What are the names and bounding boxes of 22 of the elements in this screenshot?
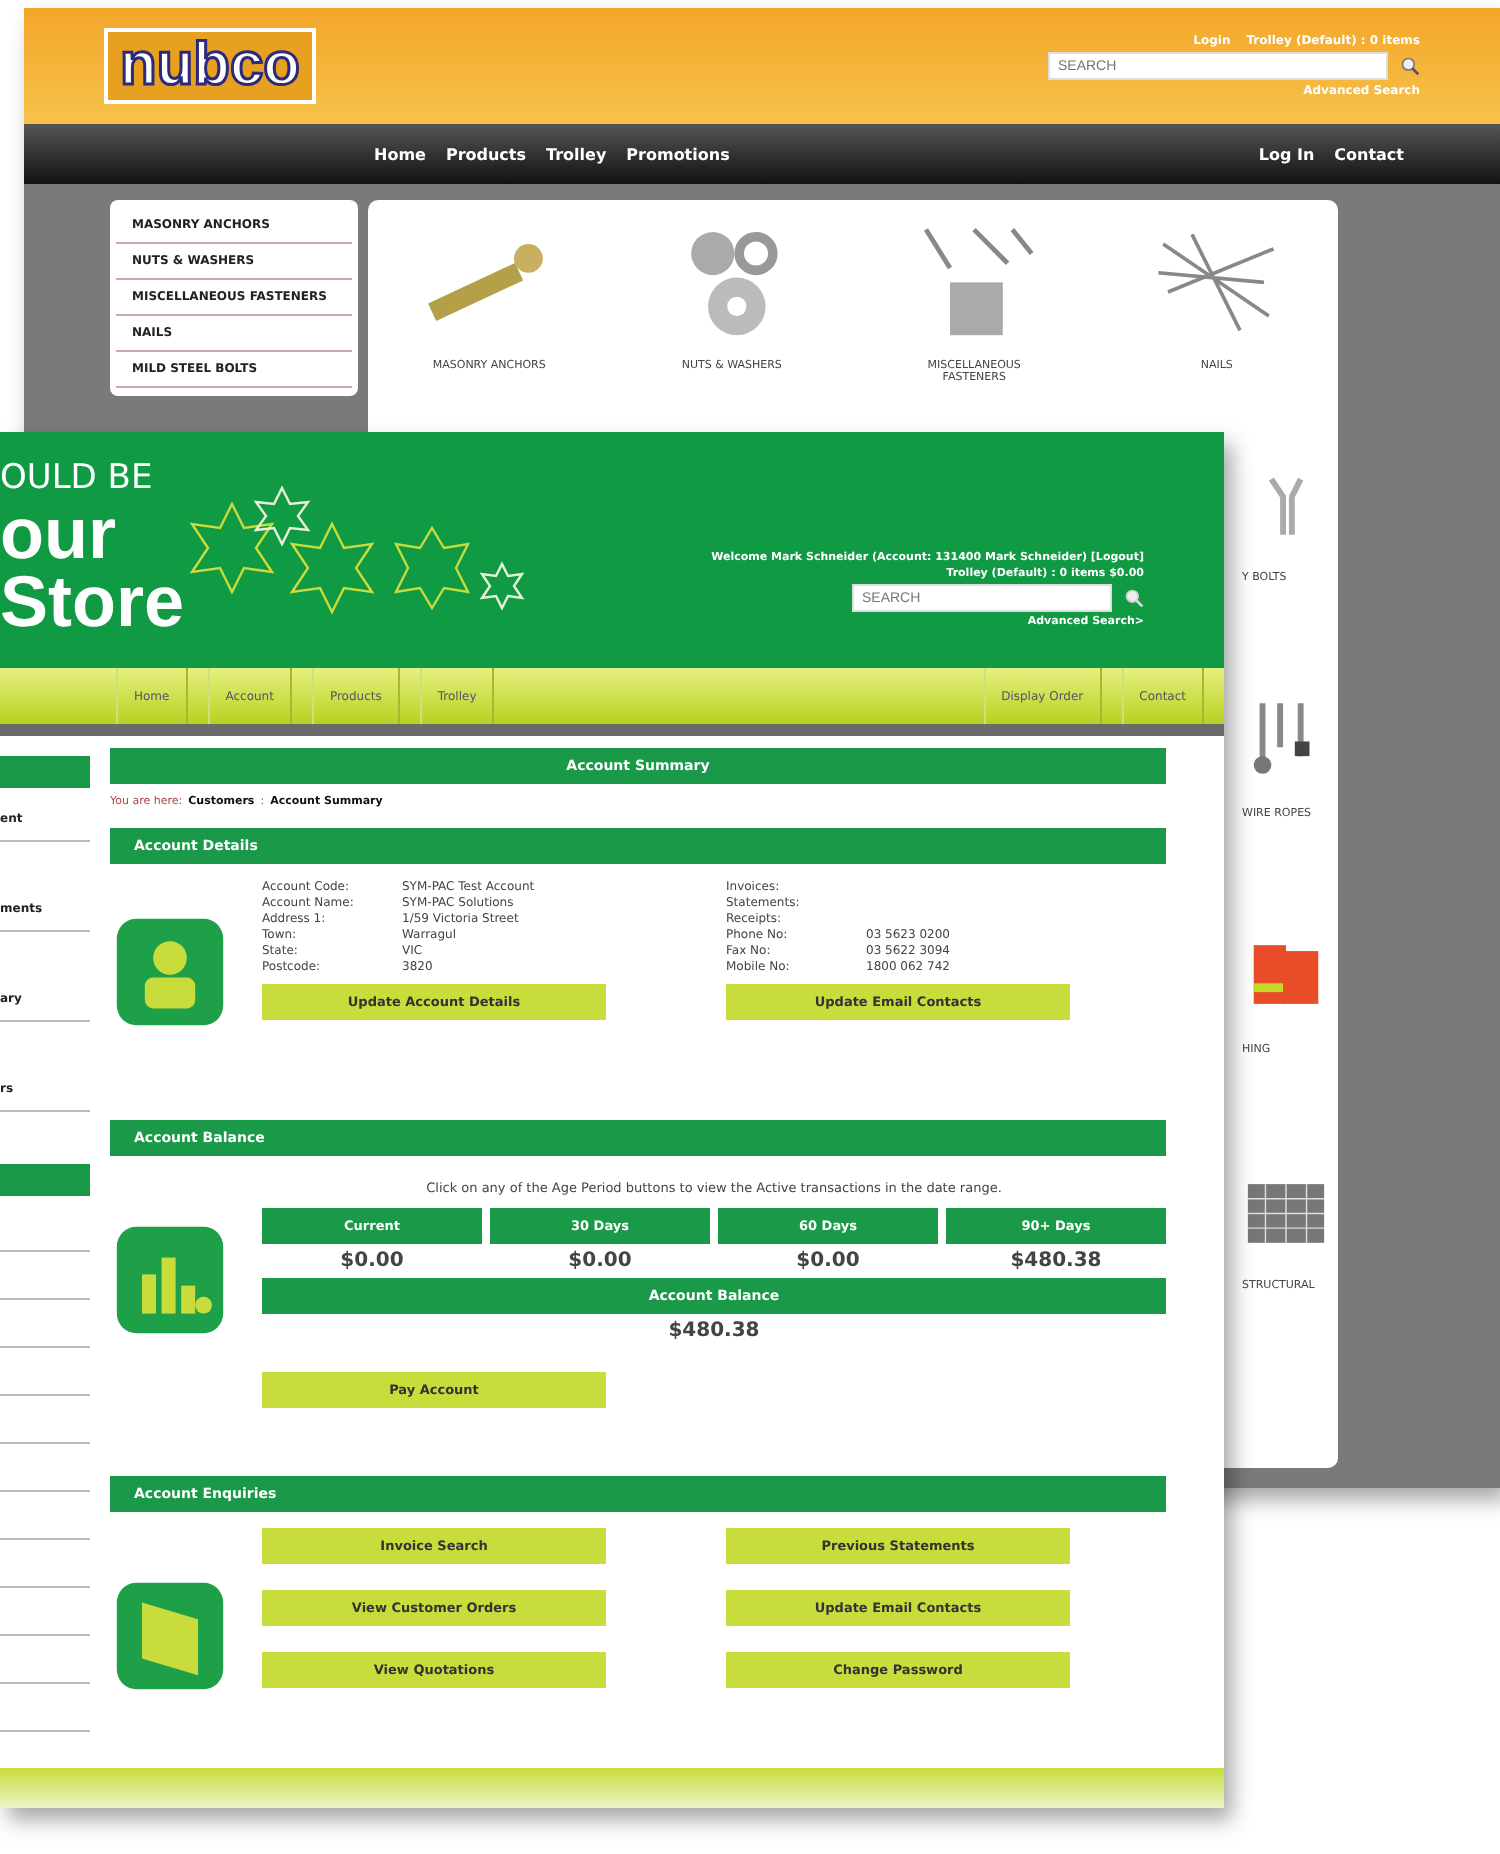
person-icon	[114, 916, 226, 1028]
balance-amount: $480.38	[668, 1318, 760, 1346]
banner-text: OULD BE	[0, 456, 155, 500]
nav-link[interactable]: Home	[374, 145, 426, 163]
sidebar-header	[0, 756, 90, 788]
sidebar-header	[0, 1164, 90, 1196]
nav-link[interactable]: Contact	[1334, 145, 1404, 163]
nav-link[interactable]: Trolley	[546, 145, 607, 163]
search-icon[interactable]	[1400, 56, 1420, 76]
amount: $0.00	[340, 1248, 404, 1276]
bar-chart-icon	[114, 1224, 226, 1336]
banner-text: Store	[0, 568, 185, 636]
nav-link[interactable]: Log In	[1258, 145, 1315, 163]
search-icon[interactable]	[1124, 588, 1144, 608]
amount: $0.00	[568, 1248, 632, 1276]
folder-icon	[114, 1580, 226, 1692]
nav-link[interactable]: Promotions	[626, 145, 730, 163]
amount: $480.38	[1010, 1248, 1102, 1276]
banner-text: our	[0, 500, 118, 568]
amount: $0.00	[796, 1248, 860, 1276]
nav-link[interactable]: Products	[445, 145, 527, 163]
store-logo: nubco	[104, 28, 316, 104]
